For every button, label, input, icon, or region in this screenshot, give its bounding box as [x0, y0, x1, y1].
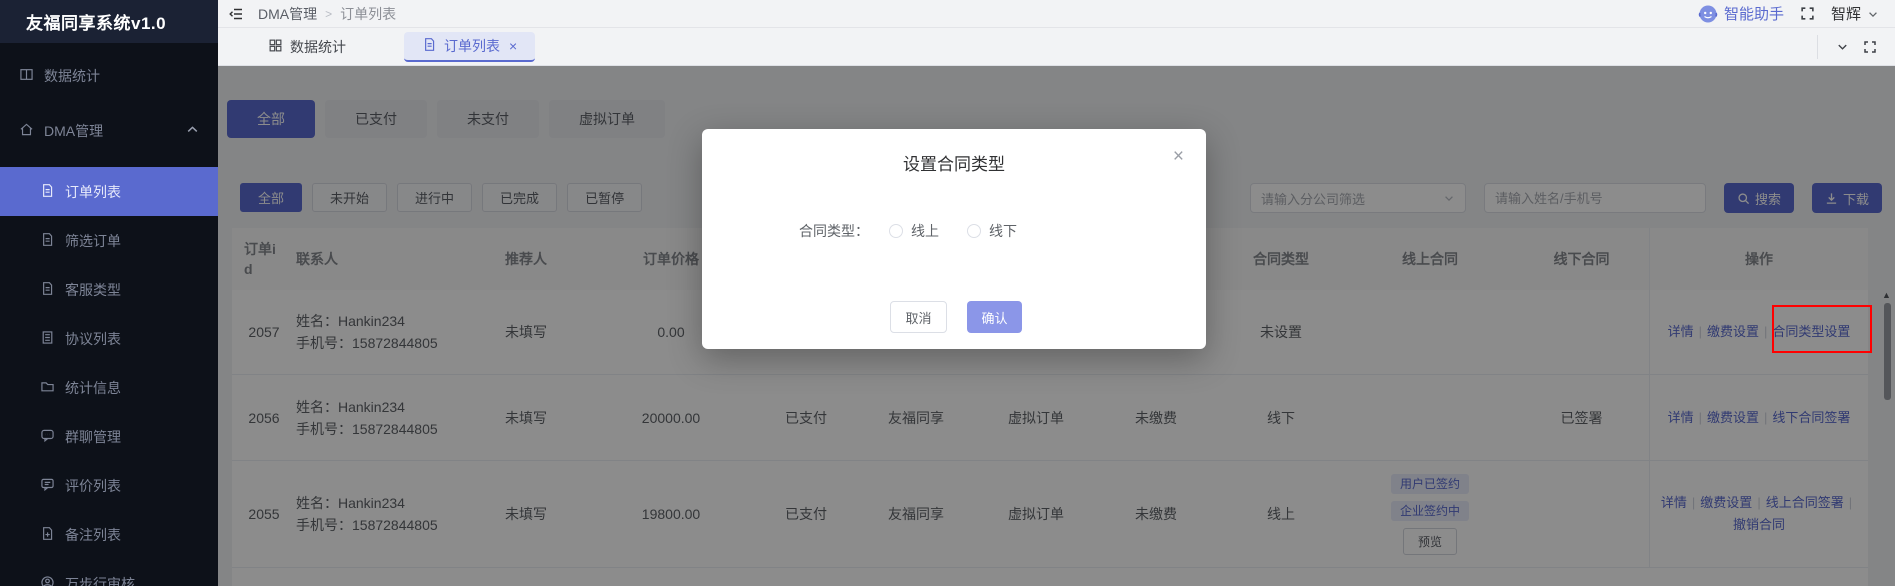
docplus-icon	[40, 526, 55, 544]
doc-icon	[40, 232, 55, 250]
sidebar-item-0[interactable]: 数据统计	[0, 51, 218, 100]
contract-type-label: 合同类型：	[799, 221, 869, 241]
chevron-up-icon	[185, 122, 200, 140]
sidebar-item-9[interactable]: 备注列表	[0, 510, 218, 559]
book-icon	[19, 67, 34, 85]
sidebar-item-label: DMA管理	[44, 121, 175, 141]
sidebar-item-label: 协议列表	[65, 329, 218, 349]
sidebar-item-label: 订单列表	[65, 182, 218, 202]
sidebar-item-4[interactable]: 客服类型	[0, 265, 218, 314]
doc2-icon	[40, 330, 55, 348]
sidebar: 友福同享系统v1.0 数据统计 DMA管理订单列表筛选订单客服类型协议列表统计信息…	[0, 0, 218, 586]
tab-close-icon[interactable]: ×	[509, 38, 517, 54]
top-navbar: DMA管理 > 订单列表 智能助手 智辉	[218, 0, 1895, 28]
user-menu[interactable]: 智辉	[1831, 3, 1879, 24]
doc-icon	[40, 281, 55, 299]
sidebar-item-2[interactable]: 订单列表	[0, 167, 218, 216]
chevron-down-icon	[1867, 8, 1879, 20]
breadcrumb-separator: >	[325, 7, 332, 21]
sidebar-item-10[interactable]: 万步行审核	[0, 559, 218, 586]
home-icon	[19, 122, 34, 140]
ai-assistant-label: 智能助手	[1724, 3, 1784, 24]
sidebar-item-label: 万步行审核	[65, 574, 218, 586]
tab-fullscreen-icon[interactable]	[1863, 40, 1877, 54]
tab-menu-chevron-icon[interactable]	[1836, 40, 1849, 53]
sidebar-menu: 数据统计 DMA管理订单列表筛选订单客服类型协议列表统计信息群聊管理评价列表备注列…	[0, 43, 218, 586]
folder-icon	[40, 379, 55, 397]
chat-icon	[40, 428, 55, 446]
sidebar-item-8[interactable]: 评价列表	[0, 461, 218, 510]
sidebar-item-1[interactable]: DMA管理	[0, 106, 218, 155]
sidebar-item-label: 评价列表	[65, 476, 218, 496]
radio-online[interactable]: 线上	[889, 221, 939, 241]
tab-bar: 数据统计 订单列表 ×	[218, 28, 1895, 66]
sidebar-item-label: 备注列表	[65, 525, 218, 545]
sidebar-collapse-icon[interactable]	[228, 7, 244, 21]
username: 智辉	[1831, 3, 1861, 24]
radio-circle-icon[interactable]	[889, 224, 903, 238]
tab-0[interactable]: 数据统计	[254, 32, 360, 62]
tab-label: 订单列表	[444, 36, 500, 56]
robot-icon	[1698, 4, 1718, 24]
doc-icon	[422, 37, 437, 55]
confirm-button[interactable]: 确认	[967, 301, 1022, 333]
user-icon	[40, 575, 55, 586]
dialog-footer: 取消 确认	[890, 301, 1022, 333]
radio-online-label: 线上	[911, 221, 939, 241]
sidebar-item-7[interactable]: 群聊管理	[0, 412, 218, 461]
dialog-title: 设置合同类型	[702, 129, 1206, 175]
radio-offline[interactable]: 线下	[967, 221, 1017, 241]
radio-offline-label: 线下	[989, 221, 1017, 241]
grid-icon	[268, 38, 283, 56]
breadcrumb-dma[interactable]: DMA管理	[258, 4, 317, 24]
contract-type-field: 合同类型： 线上 线下	[799, 221, 1017, 241]
radio-circle-icon[interactable]	[967, 224, 981, 238]
sidebar-item-label: 数据统计	[44, 66, 218, 86]
doc-icon	[40, 183, 55, 201]
sidebar-item-3[interactable]: 筛选订单	[0, 216, 218, 265]
sidebar-item-label: 筛选订单	[65, 231, 218, 251]
contract-type-dialog: 设置合同类型 × 合同类型： 线上 线下 取消 确认	[702, 129, 1206, 349]
navbar-right: 智能助手 智辉	[1698, 3, 1879, 24]
sidebar-item-label: 统计信息	[65, 378, 218, 398]
tabbar-actions	[1817, 35, 1895, 59]
tabs-container: 数据统计 订单列表 ×	[254, 32, 535, 62]
tab-1[interactable]: 订单列表 ×	[404, 32, 535, 62]
app-logo: 友福同享系统v1.0	[0, 0, 218, 43]
tab-label: 数据统计	[290, 37, 346, 57]
sidebar-item-label: 群聊管理	[65, 427, 218, 447]
breadcrumb-order-list: 订单列表	[340, 4, 396, 24]
chat2-icon	[40, 477, 55, 495]
sidebar-item-label: 客服类型	[65, 280, 218, 300]
cancel-button[interactable]: 取消	[890, 301, 947, 333]
sidebar-item-6[interactable]: 统计信息	[0, 363, 218, 412]
sidebar-item-5[interactable]: 协议列表	[0, 314, 218, 363]
dialog-close-icon[interactable]: ×	[1173, 147, 1184, 166]
ai-assistant-button[interactable]: 智能助手	[1698, 3, 1784, 24]
fullscreen-icon[interactable]	[1800, 6, 1815, 21]
